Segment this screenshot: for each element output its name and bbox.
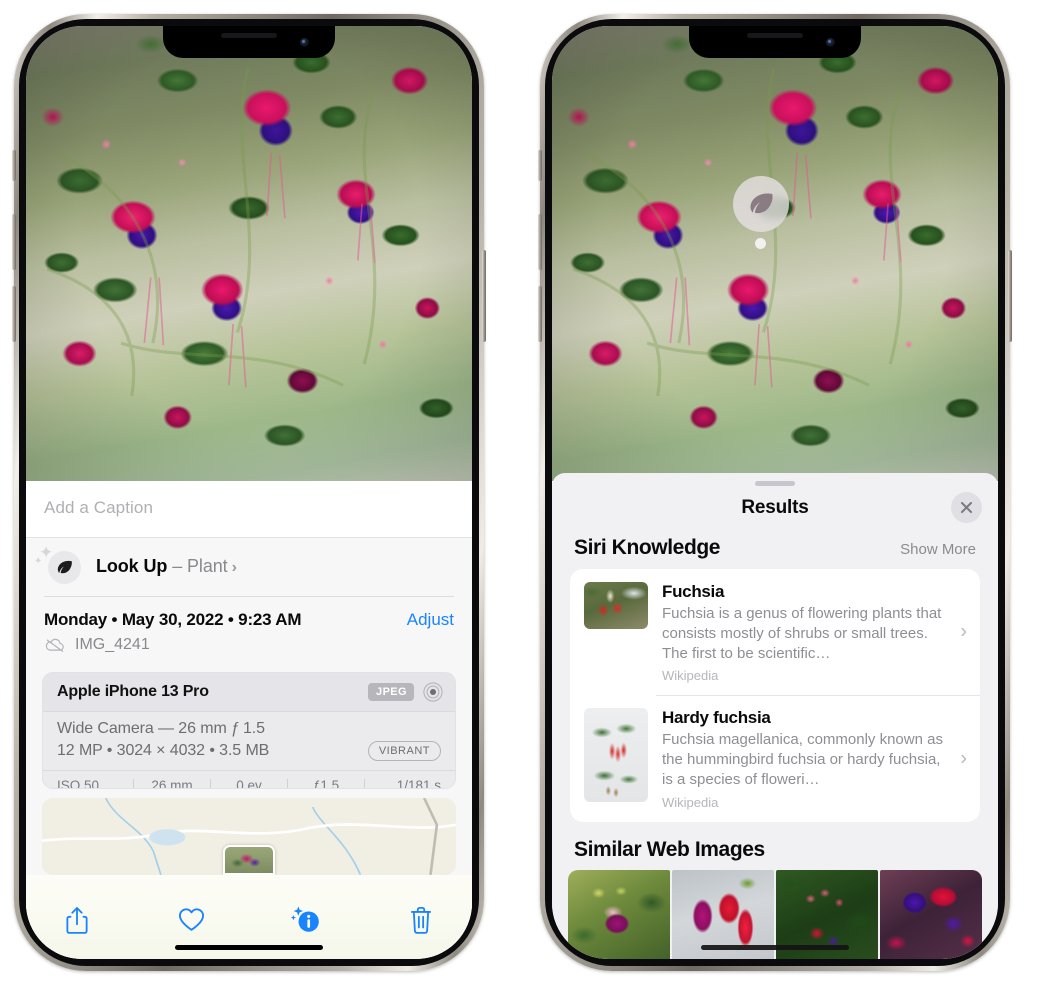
format-badge: JPEG [368, 683, 414, 702]
cloud-slash-icon [45, 639, 64, 653]
iphone-left: Add a Caption ✦ ✦ Look Up – Plant › Mond… [12, 14, 486, 971]
photo-vignette [26, 26, 472, 481]
power-button[interactable] [1008, 250, 1012, 342]
look-up-title: Look Up [96, 555, 168, 576]
share-icon [66, 906, 88, 934]
hardy-fuchsia-specimen-thumb [584, 708, 648, 803]
volume-up-button[interactable] [12, 214, 16, 270]
chevron-right-icon: › [231, 558, 237, 576]
knowledge-source: Wikipedia [662, 668, 719, 684]
exif-stats-row: ISO 50 26 mm 0 ev ƒ1.5 1/181 s [43, 770, 455, 788]
chevron-right-icon: › [960, 620, 967, 643]
iphone-right: Results Siri Knowledge Show More Fuchsia… [538, 14, 1012, 971]
trash-icon [410, 906, 431, 934]
knowledge-row[interactable]: Hardy fuchsia Fuchsia magellanica, commo… [570, 695, 980, 821]
capture-date: Monday • May 30, 2022 • 9:23 AM [44, 610, 302, 630]
siri-knowledge-header: Siri Knowledge Show More [552, 530, 998, 569]
knowledge-title: Hardy fuchsia [662, 708, 771, 728]
look-up-dash: – [172, 555, 183, 576]
leaf-icon [750, 193, 773, 214]
exif-header: Apple iPhone 13 Pro JPEG [43, 673, 455, 713]
close-icon [960, 501, 973, 514]
sparkle-small-icon: ✦ [34, 556, 43, 567]
photo-viewer[interactable] [26, 26, 472, 481]
stat-focal: 26 mm [151, 778, 193, 789]
heart-icon [179, 908, 205, 931]
look-up-icon-wrap: ✦ ✦ [34, 544, 81, 584]
mute-switch[interactable] [12, 150, 16, 181]
close-button[interactable] [951, 492, 982, 523]
raw-ring-icon[interactable] [423, 682, 443, 703]
info-button[interactable] [283, 898, 329, 942]
siri-knowledge-card: Fuchsia Fuchsia is a genus of flowering … [570, 569, 980, 822]
similar-images-header: Similar Web Images [552, 822, 998, 870]
caption-input[interactable]: Add a Caption [26, 481, 472, 538]
info-sparkle-icon [291, 906, 320, 932]
earpiece-speaker [747, 33, 803, 38]
results-header: Results [552, 486, 998, 530]
image-dimensions: 12 MP • 3024 × 4032 • 3.5 MB [57, 742, 270, 760]
section-title-siri-knowledge: Siri Knowledge [574, 536, 721, 559]
knowledge-source: Wikipedia [662, 794, 719, 810]
favorite-button[interactable] [169, 898, 215, 942]
delete-button[interactable] [398, 898, 444, 942]
similar-image-4[interactable] [880, 869, 982, 959]
front-camera [826, 38, 835, 47]
knowledge-body: Fuchsia Fuchsia is a genus of flowering … [662, 582, 966, 683]
device-name: Apple iPhone 13 Pro [57, 683, 209, 701]
fuchsia-red-flowers-thumb [584, 582, 648, 629]
adjust-button[interactable]: Adjust [407, 610, 454, 630]
share-button[interactable] [54, 898, 100, 942]
show-more-button[interactable]: Show More [900, 541, 976, 558]
home-indicator[interactable] [175, 945, 323, 950]
photographic-style-badge: VIBRANT [367, 741, 441, 762]
leaf-icon [48, 551, 81, 584]
exif-card: Apple iPhone 13 Pro JPEG Wide Camera — 2… [42, 672, 456, 789]
map-photo-pin[interactable] [223, 844, 275, 875]
exif-header-badges: JPEG [368, 682, 443, 703]
visual-lookup-anchor-dot [755, 238, 766, 249]
mute-switch[interactable] [538, 150, 542, 181]
stat-iso: ISO 50 [57, 778, 100, 789]
section-title-similar-web-images: Similar Web Images [574, 837, 765, 861]
visual-lookup-leaf-badge[interactable] [733, 176, 789, 232]
leaf-glyph [57, 560, 72, 574]
home-indicator[interactable] [701, 945, 849, 950]
volume-down-button[interactable] [12, 286, 16, 342]
metadata-block: Monday • May 30, 2022 • 9:23 AM Adjust I… [26, 596, 472, 664]
screenshot-root: Add a Caption ✦ ✦ Look Up – Plant › Mond… [0, 0, 1055, 985]
knowledge-row[interactable]: Fuchsia Fuchsia is a genus of flowering … [570, 569, 980, 695]
knowledge-description: Fuchsia magellanica, commonly known as t… [662, 731, 943, 788]
exif-body: Wide Camera — 26 mm ƒ 1.5 12 MP • 3024 ×… [43, 712, 455, 770]
power-button[interactable] [482, 250, 486, 342]
knowledge-description: Fuchsia is a genus of flowering plants t… [662, 605, 942, 662]
results-sheet: Results Siri Knowledge Show More Fuchsia… [552, 473, 998, 959]
look-up-label: Look Up – Plant › [96, 556, 237, 577]
volume-down-button[interactable] [538, 286, 542, 342]
lens-info: Wide Camera — 26 mm ƒ 1.5 [57, 720, 265, 738]
similar-image-1[interactable] [568, 869, 670, 959]
location-map[interactable] [42, 797, 456, 875]
look-up-subject: Plant [187, 555, 228, 576]
notch [689, 26, 861, 58]
knowledge-body: Hardy fuchsia Fuchsia magellanica, commo… [662, 708, 966, 809]
photo-viewer[interactable] [552, 26, 998, 481]
stat-aperture: ƒ1.5 [312, 778, 340, 789]
page-title: Results [741, 497, 809, 518]
chevron-right-icon: › [960, 747, 967, 770]
photo-info-sheet: Add a Caption ✦ ✦ Look Up – Plant › Mond… [26, 481, 472, 959]
look-up-row[interactable]: ✦ ✦ Look Up – Plant › [26, 538, 472, 596]
knowledge-title: Fuchsia [662, 582, 725, 601]
screen-left: Add a Caption ✦ ✦ Look Up – Plant › Mond… [26, 26, 472, 959]
stat-ev: 0 ev [236, 778, 262, 789]
file-name: IMG_4241 [75, 636, 150, 654]
front-camera [300, 38, 309, 47]
stat-shutter: 1/181 s [396, 778, 441, 789]
earpiece-speaker [221, 33, 277, 38]
volume-up-button[interactable] [538, 214, 542, 270]
notch [163, 26, 335, 58]
screen-right: Results Siri Knowledge Show More Fuchsia… [552, 26, 998, 959]
photo-vignette [552, 26, 998, 481]
